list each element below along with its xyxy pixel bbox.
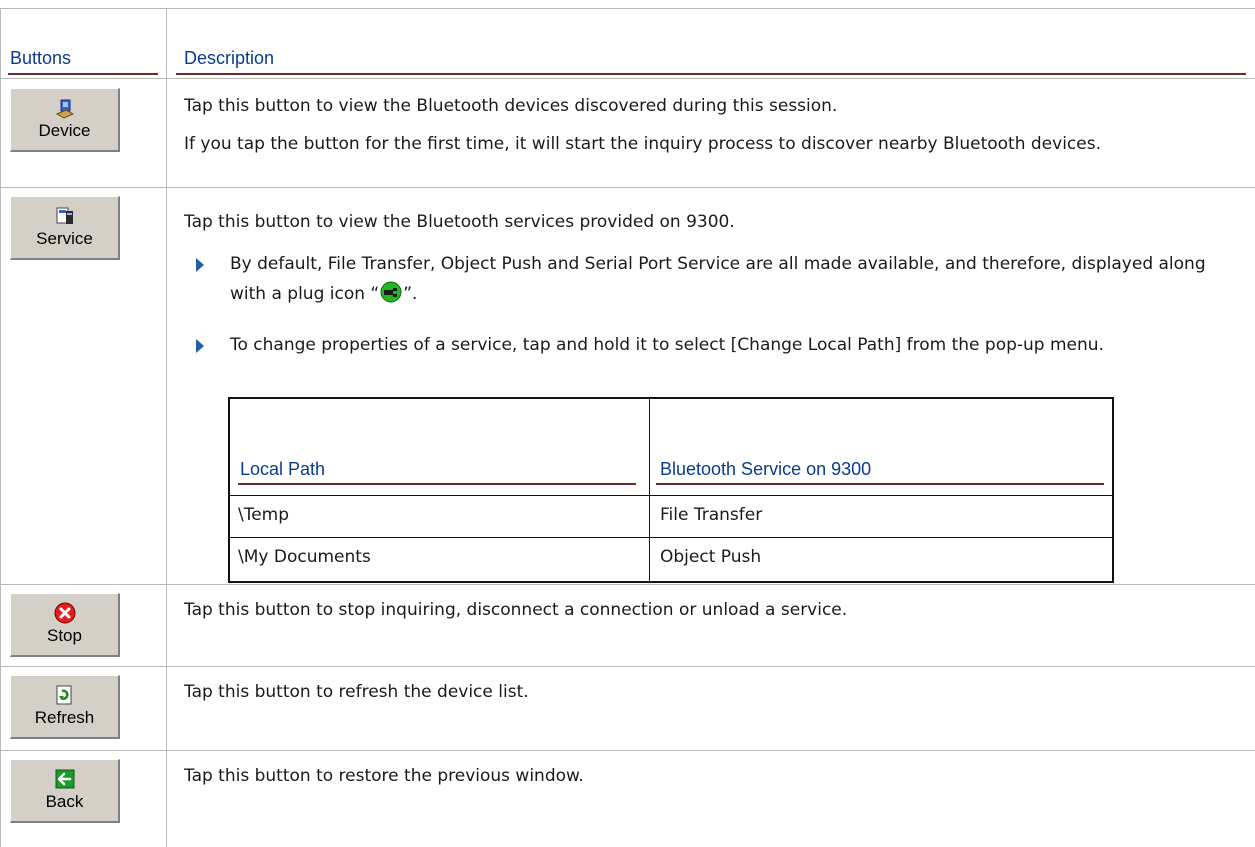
row-divider xyxy=(0,666,1255,667)
back-button[interactable]: Back xyxy=(10,759,120,823)
service-description: Tap this button to view the Bluetooth se… xyxy=(184,212,735,232)
list-item: To change properties of a service, tap a… xyxy=(196,330,1246,360)
device-description: If you tap the button for the first time… xyxy=(184,134,1101,154)
column-divider xyxy=(166,8,167,847)
refresh-icon xyxy=(56,685,71,705)
refresh-description: Tap this button to refresh the device li… xyxy=(184,682,529,702)
row-divider xyxy=(0,750,1255,751)
subtable-header-underline xyxy=(656,483,1104,485)
header-buttons: Buttons xyxy=(10,48,72,68)
table-cell: \Temp xyxy=(238,505,290,525)
table-border-top xyxy=(0,8,1255,9)
row-divider xyxy=(0,584,1255,585)
back-description: Tap this button to restore the previous … xyxy=(184,766,584,786)
back-button-label: Back xyxy=(45,792,84,811)
bullet-text-end: ”. xyxy=(403,284,418,304)
refresh-button[interactable]: Refresh xyxy=(10,675,120,739)
bullet-text: By default, File Transfer, Object Push a… xyxy=(230,254,1206,304)
service-icon xyxy=(56,207,73,224)
subtable-row-divider xyxy=(230,537,1112,538)
service-button[interactable]: Service xyxy=(10,196,120,260)
stop-button[interactable]: Stop xyxy=(10,593,120,657)
header-underline xyxy=(176,73,1246,75)
refresh-button-label: Refresh xyxy=(34,708,95,727)
subtable-column-divider xyxy=(649,399,650,581)
bullet-text: To change properties of a service, tap a… xyxy=(230,335,1104,355)
device-icon xyxy=(55,99,74,119)
table-cell: File Transfer xyxy=(660,505,763,525)
header-underline xyxy=(8,73,158,75)
table-cell: Object Push xyxy=(660,547,762,567)
subtable-header-service: Bluetooth Service on 9300 xyxy=(660,459,872,479)
subtable-row-divider xyxy=(230,495,1112,496)
local-path-table: Local Path Bluetooth Service on 9300 \Te… xyxy=(228,397,1114,583)
table-cell: \My Documents xyxy=(238,547,371,567)
bullet-arrow-icon xyxy=(196,258,204,272)
bullet-arrow-icon xyxy=(196,339,204,353)
stop-icon xyxy=(54,602,75,624)
row-divider xyxy=(0,78,1255,79)
stop-button-label: Stop xyxy=(47,626,82,645)
back-arrow-icon xyxy=(55,769,74,789)
list-item: By default, File Transfer, Object Push a… xyxy=(196,249,1246,309)
header-description: Description xyxy=(184,48,275,68)
stop-description: Tap this button to stop inquiring, disco… xyxy=(184,600,848,620)
table-border-left xyxy=(0,8,1,847)
row-divider xyxy=(0,187,1255,188)
device-button[interactable]: Device xyxy=(10,88,120,152)
plug-icon xyxy=(380,281,402,303)
device-description: Tap this button to view the Bluetooth de… xyxy=(184,96,838,116)
subtable-header-local-path: Local Path xyxy=(240,459,326,479)
service-button-label: Service xyxy=(36,229,93,248)
device-button-label: Device xyxy=(38,121,91,140)
subtable-header-underline xyxy=(238,483,636,485)
